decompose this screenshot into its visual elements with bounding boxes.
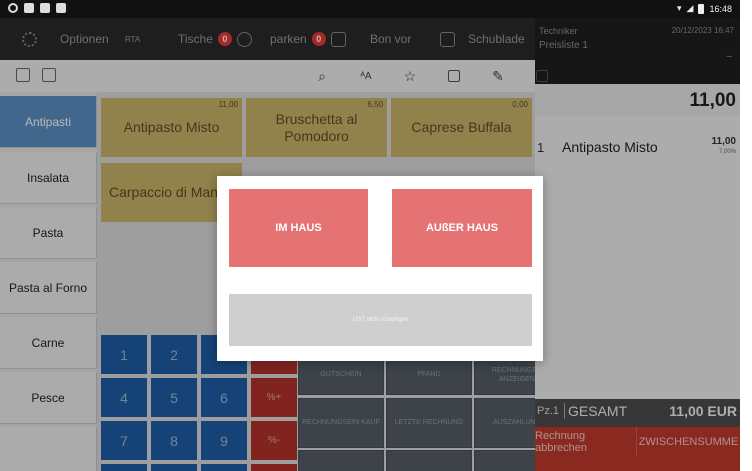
take-away-button[interactable]: AUßER HAUS: [392, 189, 532, 267]
pos-screen: ▾ ◢ 16:48 Optionen RTA Tische 0 parken 0…: [0, 0, 740, 471]
status-bar: ▾ ◢ 16:48: [0, 0, 740, 18]
square-icon: [40, 3, 50, 13]
no-vat-button[interactable]: UST nicht erzwingen: [229, 294, 532, 346]
tablet-frame: ▾ ◢ 16:48 Optionen RTA Tische 0 parken 0…: [0, 0, 752, 471]
order-type-dialog: IM HAUS AUßER HAUS UST nicht erzwingen: [217, 176, 543, 361]
signal-icon: ◢: [686, 3, 694, 13]
calendar-icon: [24, 3, 34, 13]
battery-icon: [698, 3, 705, 14]
status-icons-left: [8, 3, 66, 13]
wifi-icon: ▾: [677, 3, 682, 13]
dine-in-button[interactable]: IM HAUS: [229, 189, 368, 267]
clock: 16:48: [709, 3, 732, 14]
status-icons-right: ▾ ◢ 16:48: [677, 3, 732, 14]
notification-icon: [56, 3, 66, 13]
sync-icon: [8, 3, 18, 13]
